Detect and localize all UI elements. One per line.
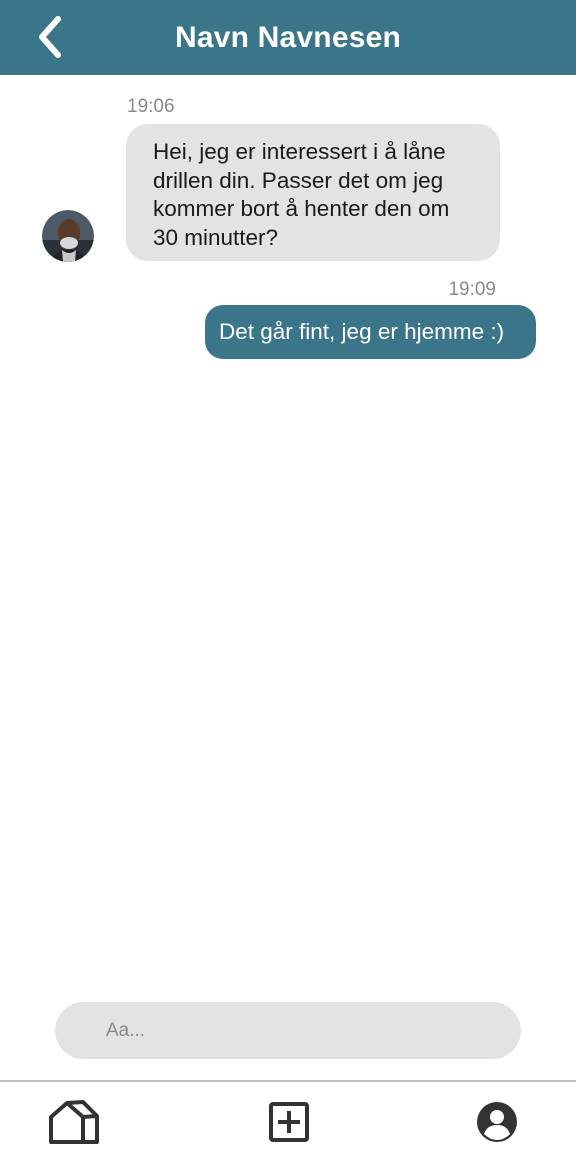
contact-name: Navn Navnesen (174, 20, 402, 54)
message-composer[interactable] (55, 1002, 521, 1059)
add-square-icon (269, 1102, 309, 1142)
message-input[interactable] (55, 1002, 521, 1059)
nav-home-button[interactable] (46, 1094, 102, 1150)
chat-header: Navn Navnesen (0, 0, 576, 75)
chat-screen: Navn Navnesen 19:06 Hei, jeg er interess… (0, 0, 576, 1156)
incoming-message-bubble[interactable]: Hei, jeg er interessert i å låne drillen… (126, 124, 500, 261)
home-icon (49, 1100, 99, 1144)
back-button[interactable] (26, 12, 72, 62)
profile-icon (477, 1102, 517, 1142)
bottom-nav-divider (0, 1080, 576, 1082)
chevron-left-icon (39, 16, 61, 58)
message-timestamp: 19:06 (127, 96, 175, 117)
contact-avatar[interactable] (42, 210, 94, 262)
nav-profile-button[interactable] (469, 1094, 525, 1150)
outgoing-message-bubble[interactable]: Det går fint, jeg er hjemme :) (205, 305, 536, 359)
nav-add-button[interactable] (261, 1094, 317, 1150)
avatar-photo (42, 210, 94, 262)
message-timestamp: 19:09 (448, 279, 496, 300)
